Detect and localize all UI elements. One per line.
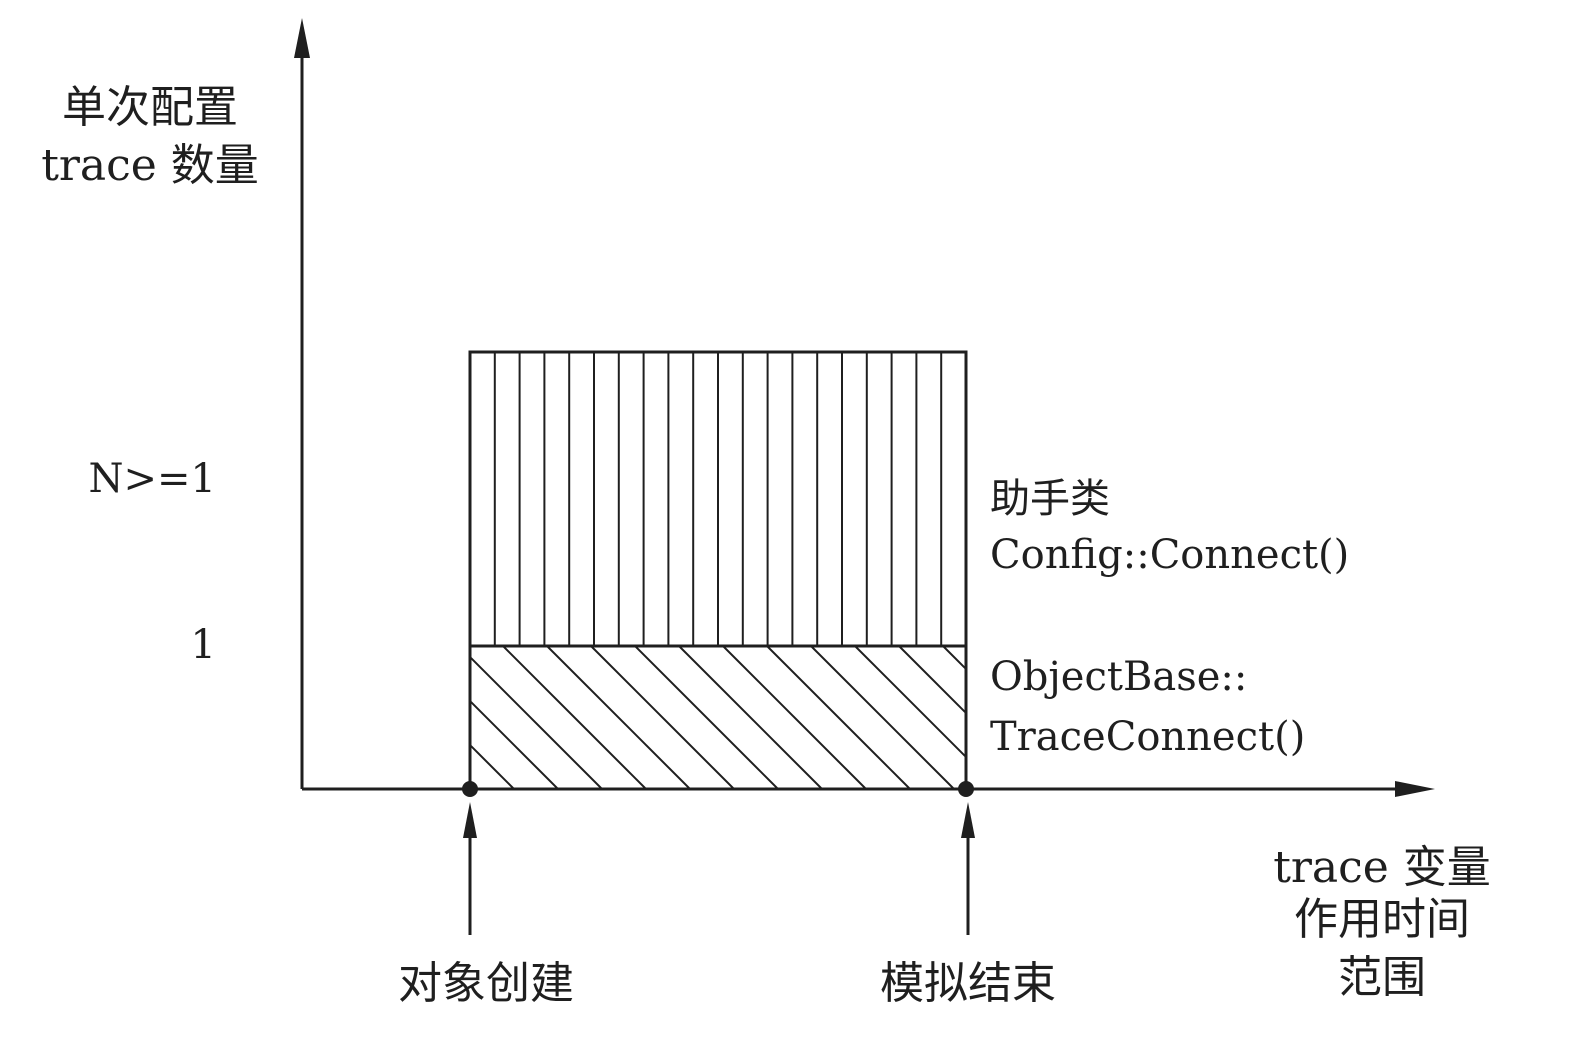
lower-hatch-line bbox=[470, 699, 559, 789]
lower-hatch-line bbox=[766, 646, 911, 789]
lower-hatch-line bbox=[502, 646, 647, 789]
lower-hatch-line bbox=[854, 646, 966, 759]
end-marker-label: 模拟结束 bbox=[880, 958, 1056, 1009]
y-axis bbox=[294, 18, 310, 789]
upper-block-label-line-1: 助手类 bbox=[990, 476, 1110, 522]
lower-hatch-line bbox=[470, 787, 471, 789]
x-axis-label-line-2: 作用时间 bbox=[1294, 894, 1470, 945]
lower-block-label-line-1: ObjectBase:: bbox=[990, 654, 1247, 700]
end-point-dot bbox=[958, 781, 974, 797]
lower-block-label-line-2: TraceConnect() bbox=[990, 714, 1305, 760]
start-point-dot bbox=[462, 781, 478, 797]
y-axis-arrowhead bbox=[294, 18, 310, 58]
lower-block-hatching bbox=[470, 646, 966, 789]
upper-block-label-line-2: Config::Connect() bbox=[990, 532, 1349, 578]
x-axis-arrowhead bbox=[1395, 781, 1435, 797]
trace-scope-diagram: 单次配置 trace 数量 N>=1 1 助手类 Config::Connect… bbox=[0, 0, 1580, 1048]
y-tick-upper: N>=1 bbox=[89, 456, 216, 502]
lower-block bbox=[468, 644, 968, 791]
upper-block bbox=[468, 350, 968, 648]
start-marker-arrow bbox=[463, 802, 477, 935]
lower-hatch-line bbox=[810, 646, 955, 789]
lower-hatch-line bbox=[546, 646, 691, 789]
diagram-canvas: 单次配置 trace 数量 N>=1 1 助手类 Config::Connect… bbox=[41, 18, 1491, 1009]
x-axis-label-line-3: 范围 bbox=[1338, 952, 1426, 1003]
y-tick-lower: 1 bbox=[191, 622, 216, 668]
lower-hatch-line bbox=[470, 655, 603, 789]
y-axis-label-line-1: 单次配置 bbox=[62, 82, 238, 133]
x-axis-label-line-1: trace 变量 bbox=[1273, 842, 1491, 893]
lower-hatch-line bbox=[590, 646, 735, 789]
lower-hatch-line bbox=[634, 646, 779, 789]
end-marker-arrow bbox=[961, 802, 975, 935]
lower-hatch-line bbox=[470, 743, 515, 789]
lower-hatch-line bbox=[722, 646, 867, 789]
lower-hatch-line bbox=[678, 646, 823, 789]
start-marker-label: 对象创建 bbox=[398, 958, 574, 1009]
y-axis-label-line-2: trace 数量 bbox=[41, 140, 259, 191]
upper-block-hatching bbox=[493, 352, 943, 646]
